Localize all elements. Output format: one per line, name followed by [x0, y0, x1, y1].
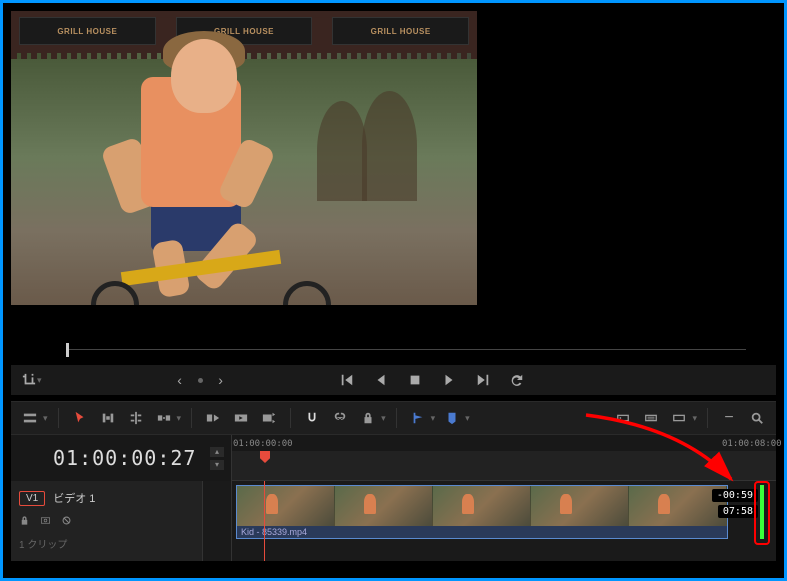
selection-tool-icon[interactable] [69, 407, 91, 429]
zoom-fit-icon[interactable] [612, 407, 634, 429]
transport-bar: ▾ ‹ › [11, 365, 776, 395]
marker-dot-icon [198, 378, 203, 383]
clip-count-label: 1 クリップ [19, 536, 194, 551]
video-clip[interactable]: Kid - 85339.mp4 [236, 485, 728, 539]
track-header[interactable]: V1 ビデオ 1 1 クリップ [11, 481, 203, 561]
next-marker-icon[interactable]: › [213, 372, 229, 388]
scene-sign: GRILL HOUSE [332, 17, 469, 45]
playhead-line[interactable] [264, 481, 265, 561]
chevron-down-icon[interactable]: ▾ [431, 413, 436, 424]
go-start-icon[interactable] [339, 372, 355, 388]
clip-filename: Kid - 85339.mp4 [237, 526, 727, 538]
scene-sign: GRILL HOUSE [19, 17, 156, 45]
loop-icon[interactable] [509, 372, 525, 388]
scrubber-handle[interactable] [66, 343, 69, 357]
timeline-ruler[interactable]: 01:00:00:00 01:00:08:00 [231, 435, 776, 481]
preview-frame[interactable]: GRILL HOUSE GRILL HOUSE GRILL HOUSE [11, 11, 477, 305]
trim-tool-icon[interactable] [97, 407, 119, 429]
timeline-view-icon[interactable] [19, 407, 41, 429]
zoom-detail-icon[interactable] [640, 407, 662, 429]
edit-toolbar: ▾ ▾ ▾ ▾ ▾ ▾ − [11, 401, 776, 435]
chevron-down-icon[interactable]: ▾ [177, 413, 182, 424]
timeline-ruler-row: 01:00:00:27 ▴ ▾ 01:00:00:00 01:00:08:00 [11, 435, 776, 481]
chevron-down-icon[interactable]: ▾ [465, 413, 470, 424]
zoom-out-icon[interactable]: − [718, 407, 740, 429]
snap-icon[interactable] [301, 407, 323, 429]
viewer-panel: GRILL HOUSE GRILL HOUSE GRILL HOUSE [11, 11, 477, 305]
play-icon[interactable] [441, 372, 457, 388]
video-track-lane[interactable]: Kid - 85339.mp4 -00:59 07:58 [231, 481, 776, 561]
timeline-tracks: V1 ビデオ 1 1 クリップ Kid - 85339.mp4 -00:59 0… [11, 481, 776, 561]
track-badge[interactable]: V1 [19, 491, 45, 506]
master-timecode[interactable]: 01:00:00:27 [53, 446, 196, 470]
lock-icon[interactable] [357, 407, 379, 429]
chevron-down-icon[interactable]: ▾ [381, 413, 386, 424]
track-name: ビデオ 1 [53, 490, 95, 506]
trim-remaining-badge: -00:59 [712, 489, 758, 502]
marker-icon[interactable] [441, 407, 463, 429]
crop-tool-icon[interactable] [21, 372, 37, 388]
ruler-tick-label: 01:00:00:00 [233, 439, 293, 449]
replace-clip-icon[interactable] [258, 407, 280, 429]
clip-trim-handle[interactable] [760, 485, 764, 539]
stop-icon[interactable] [407, 372, 423, 388]
track-zoom-down-icon[interactable]: ▾ [210, 460, 224, 470]
chevron-down-icon[interactable]: ▾ [692, 413, 697, 424]
search-icon[interactable] [746, 407, 768, 429]
insert-tool-icon[interactable] [153, 407, 175, 429]
prev-marker-icon[interactable]: ‹ [172, 372, 188, 388]
go-end-icon[interactable] [475, 372, 491, 388]
insert-clip-icon[interactable] [202, 407, 224, 429]
track-disable-icon[interactable] [61, 515, 72, 529]
blade-tool-icon[interactable] [125, 407, 147, 429]
chevron-down-icon[interactable]: ▾ [37, 375, 42, 386]
viewer-scrubber[interactable] [11, 339, 776, 359]
track-auto-icon[interactable] [40, 515, 51, 529]
track-lock-icon[interactable] [19, 515, 30, 529]
ruler-tick-label: 01:00:08:00 [722, 439, 782, 449]
flag-icon[interactable] [407, 407, 429, 429]
overwrite-clip-icon[interactable] [230, 407, 252, 429]
clip-thumbnail [335, 486, 433, 528]
track-zoom-up-icon[interactable]: ▴ [210, 447, 224, 457]
step-back-icon[interactable] [373, 372, 389, 388]
zoom-custom-icon[interactable] [668, 407, 690, 429]
trim-total-badge: 07:58 [718, 505, 758, 518]
clip-thumbnail [237, 486, 335, 528]
chevron-down-icon[interactable]: ▾ [43, 413, 48, 424]
clip-thumbnail [433, 486, 531, 528]
link-icon[interactable] [329, 407, 351, 429]
clip-thumbnail [531, 486, 629, 528]
